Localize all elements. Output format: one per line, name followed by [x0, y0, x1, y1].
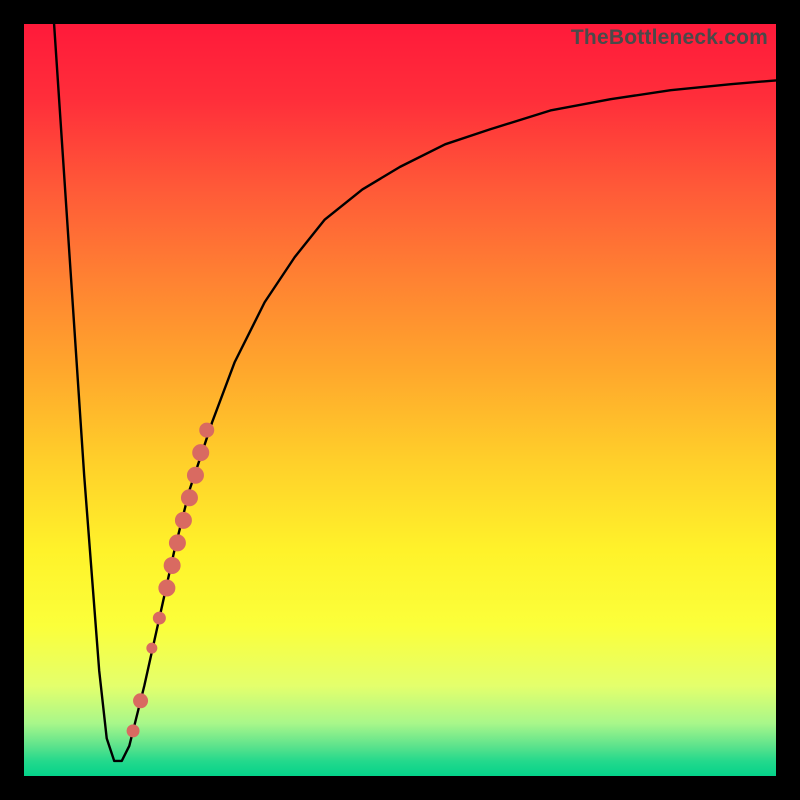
curve-marker	[175, 512, 191, 528]
curve-marker	[193, 445, 209, 461]
chart-svg	[24, 24, 776, 776]
curve-marker	[153, 612, 165, 624]
plot-area: TheBottleneck.com	[24, 24, 776, 776]
curve-marker	[159, 580, 175, 596]
bottleneck-curve	[54, 24, 776, 761]
curve-marker	[134, 694, 148, 708]
curve-marker	[187, 467, 203, 483]
curve-marker	[169, 535, 185, 551]
curve-marker	[147, 643, 157, 653]
curve-marker	[200, 423, 214, 437]
curve-markers	[127, 423, 214, 737]
curve-marker	[127, 725, 139, 737]
chart-frame: TheBottleneck.com	[0, 0, 800, 800]
curve-marker	[181, 490, 197, 506]
curve-marker	[164, 557, 180, 573]
